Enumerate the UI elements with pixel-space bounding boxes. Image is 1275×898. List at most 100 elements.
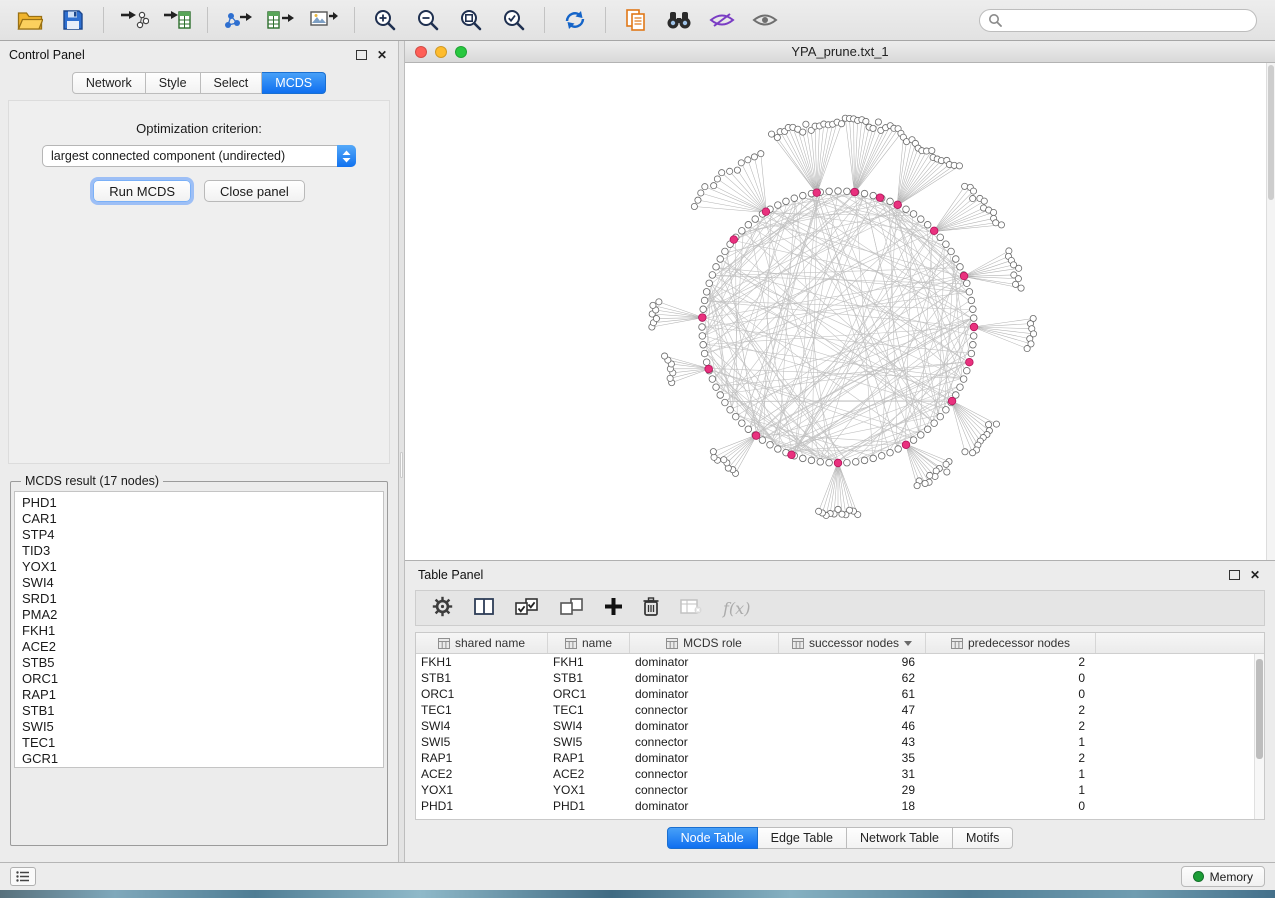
mcds-list[interactable]: PHD1CAR1STP4TID3YOX1SWI4SRD1PMA2FKH1ACE2… bbox=[14, 491, 384, 768]
import-network-button[interactable] bbox=[116, 4, 152, 36]
column-header-name[interactable]: name bbox=[548, 633, 630, 653]
panel-splitter[interactable] bbox=[398, 41, 405, 862]
show-columns-button[interactable] bbox=[474, 598, 494, 618]
column-header-successor-nodes[interactable]: successor nodes bbox=[779, 633, 926, 653]
table-row[interactable]: ORC1ORC1dominator610 bbox=[416, 686, 1254, 702]
zoom-selected-button[interactable] bbox=[496, 4, 532, 36]
show-all-button[interactable] bbox=[747, 4, 783, 36]
hide-selected-button[interactable] bbox=[704, 4, 740, 36]
mcds-list-item[interactable]: SWI4 bbox=[15, 575, 383, 591]
table-row[interactable]: TEC1TEC1connector472 bbox=[416, 702, 1254, 718]
tab-node-table[interactable]: Node Table bbox=[667, 827, 758, 849]
float-panel-button[interactable] bbox=[356, 50, 367, 60]
table-body[interactable]: FKH1FKH1dominator962STB1STB1dominator620… bbox=[416, 654, 1254, 819]
table-vertical-scrollbar[interactable] bbox=[1254, 654, 1264, 819]
table-cell: 61 bbox=[779, 686, 926, 702]
gear-icon bbox=[432, 596, 453, 617]
scrollbar-thumb[interactable] bbox=[1268, 65, 1274, 200]
mcds-list-item[interactable]: SRD1 bbox=[15, 591, 383, 607]
mcds-list-item[interactable]: GCR1 bbox=[15, 751, 383, 767]
tab-select[interactable]: Select bbox=[201, 72, 263, 94]
save-session-button[interactable] bbox=[55, 4, 91, 36]
mcds-list-item[interactable]: STB5 bbox=[15, 655, 383, 671]
table-row[interactable]: SWI5SWI5connector431 bbox=[416, 734, 1254, 750]
table-cell: 2 bbox=[926, 702, 1096, 718]
create-column-button[interactable] bbox=[605, 598, 622, 618]
table-row[interactable]: FKH1FKH1dominator962 bbox=[416, 654, 1254, 670]
import-table-button[interactable] bbox=[159, 4, 195, 36]
search-box[interactable] bbox=[979, 9, 1257, 32]
table-row[interactable]: ACE2ACE2connector311 bbox=[416, 766, 1254, 782]
float-panel-button[interactable] bbox=[1229, 570, 1240, 580]
table-row[interactable]: STB1STB1dominator620 bbox=[416, 670, 1254, 686]
criterion-select[interactable]: largest connected component (undirected) bbox=[42, 145, 356, 167]
tab-network-table[interactable]: Network Table bbox=[847, 827, 953, 849]
table-row[interactable]: PHD1PHD1dominator180 bbox=[416, 798, 1254, 814]
search-input[interactable] bbox=[1008, 13, 1248, 27]
close-panel-button[interactable]: Close panel bbox=[204, 180, 305, 202]
export-table-button[interactable] bbox=[263, 4, 299, 36]
run-mcds-button[interactable]: Run MCDS bbox=[93, 180, 191, 202]
tab-style[interactable]: Style bbox=[146, 72, 201, 94]
select-all-rows-button[interactable] bbox=[515, 598, 539, 619]
mcds-list-item[interactable]: FKH1 bbox=[15, 623, 383, 639]
mcds-list-item[interactable]: TEC1 bbox=[15, 735, 383, 751]
mcds-list-item[interactable]: TID3 bbox=[15, 543, 383, 559]
column-sort-icon bbox=[951, 638, 963, 649]
table-cell: YOX1 bbox=[548, 782, 630, 798]
mcds-list-item[interactable]: PHD1 bbox=[15, 495, 383, 511]
zoom-fit-button[interactable] bbox=[453, 4, 489, 36]
table-cell: dominator bbox=[630, 654, 779, 670]
zoom-out-button[interactable] bbox=[410, 4, 446, 36]
tab-mcds[interactable]: MCDS bbox=[262, 72, 326, 94]
table-row[interactable]: YOX1YOX1connector291 bbox=[416, 782, 1254, 798]
open-file-button[interactable] bbox=[12, 4, 48, 36]
tab-motifs[interactable]: Motifs bbox=[953, 827, 1013, 849]
network-window-titlebar[interactable]: YPA_prune.txt_1 bbox=[405, 41, 1275, 63]
network-vertical-scrollbar[interactable] bbox=[1266, 63, 1275, 560]
table-cell: 29 bbox=[779, 782, 926, 798]
tab-network[interactable]: Network bbox=[72, 72, 146, 94]
column-header-mcds-role[interactable]: MCDS role bbox=[630, 633, 779, 653]
mcds-list-item[interactable]: ACE2 bbox=[15, 639, 383, 655]
export-image-button[interactable] bbox=[306, 4, 342, 36]
table-cell: SWI4 bbox=[416, 718, 548, 734]
mcds-list-item[interactable]: SWI5 bbox=[15, 719, 383, 735]
delete-table-button-disabled[interactable] bbox=[680, 599, 702, 618]
export-network-button[interactable] bbox=[220, 4, 256, 36]
delete-column-button[interactable] bbox=[643, 597, 659, 619]
mcds-list-item[interactable]: YOX1 bbox=[15, 559, 383, 575]
close-panel-icon-button[interactable]: ✕ bbox=[375, 49, 389, 61]
table-cell: 62 bbox=[779, 670, 926, 686]
table-settings-button[interactable] bbox=[432, 596, 453, 620]
table-row[interactable]: RAP1RAP1dominator352 bbox=[416, 750, 1254, 766]
table-cell: STB1 bbox=[548, 670, 630, 686]
network-canvas[interactable] bbox=[405, 63, 1258, 560]
mcds-list-item[interactable]: STB1 bbox=[15, 703, 383, 719]
mcds-list-item[interactable]: CAR1 bbox=[15, 511, 383, 527]
close-panel-icon-button[interactable]: ✕ bbox=[1248, 569, 1262, 581]
node-table: shared name name MCDS role successo bbox=[415, 632, 1265, 820]
column-label: predecessor nodes bbox=[968, 636, 1070, 650]
unchecked-boxes-icon bbox=[560, 598, 584, 616]
mcds-list-item[interactable]: RAP1 bbox=[15, 687, 383, 703]
scrollbar-thumb[interactable] bbox=[1256, 659, 1263, 759]
column-header-shared-name[interactable]: shared name bbox=[416, 633, 548, 653]
clone-view-button[interactable] bbox=[618, 4, 654, 36]
mcds-list-item[interactable]: STP4 bbox=[15, 527, 383, 543]
column-header-predecessor-nodes[interactable]: predecessor nodes bbox=[926, 633, 1096, 653]
find-button[interactable] bbox=[661, 4, 697, 36]
zoom-out-icon bbox=[416, 8, 440, 32]
deselect-all-rows-button[interactable] bbox=[560, 598, 584, 619]
memory-button[interactable]: Memory bbox=[1181, 866, 1265, 887]
tab-edge-table[interactable]: Edge Table bbox=[758, 827, 847, 849]
network-view[interactable] bbox=[405, 63, 1275, 560]
function-builder-button-disabled[interactable]: f(x) bbox=[723, 599, 750, 618]
panel-menu-button[interactable] bbox=[10, 867, 36, 886]
mcds-list-item[interactable]: ORC1 bbox=[15, 671, 383, 687]
zoom-in-button[interactable] bbox=[367, 4, 403, 36]
mcds-list-item[interactable]: PMA2 bbox=[15, 607, 383, 623]
table-row[interactable]: SWI4SWI4dominator462 bbox=[416, 718, 1254, 734]
refresh-view-button[interactable] bbox=[557, 4, 593, 36]
splitter-handle[interactable] bbox=[400, 452, 403, 478]
